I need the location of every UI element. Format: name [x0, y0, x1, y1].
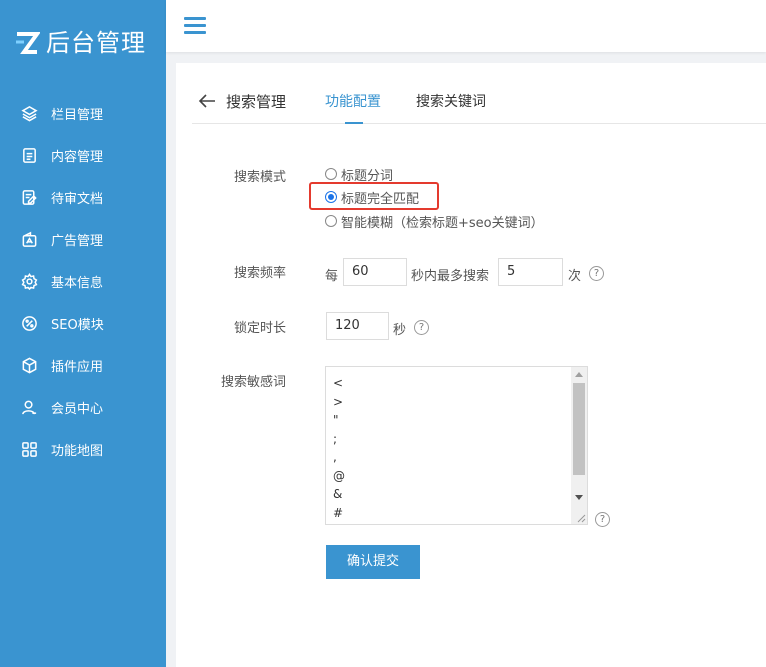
- frequency-middle-text: 秒内最多搜索: [411, 269, 490, 284]
- main-panel: 搜索管理 功能配置 搜索关键词 搜索模式 标题分词 标题完全匹配 智能模糊（检索…: [176, 63, 766, 667]
- sidebar-item-seo[interactable]: SEO模块: [0, 302, 166, 344]
- sidebar-item-label: SEO模块: [51, 317, 104, 333]
- logo-z-icon: [14, 30, 41, 56]
- sensitive-word-line: <: [333, 376, 344, 390]
- radio-label: 标题分词: [341, 168, 394, 184]
- help-icon[interactable]: ?: [414, 320, 429, 335]
- brand-title: 后台管理: [46, 29, 146, 57]
- sidebar-item-label: 栏目管理: [51, 107, 104, 123]
- scroll-up-arrow-icon[interactable]: [575, 372, 583, 377]
- resize-handle-icon[interactable]: [574, 511, 586, 523]
- edit-document-icon: [20, 188, 38, 206]
- sensitive-words-label: 搜索敏感词: [221, 375, 287, 390]
- radio-circle: [325, 168, 337, 180]
- textarea-scrollbar[interactable]: [571, 367, 587, 524]
- radio-title-segment[interactable]: 标题分词: [325, 164, 393, 184]
- sensitive-word-line: ": [333, 413, 339, 427]
- sensitive-word-line: \: [333, 522, 345, 524]
- frequency-suffix: 次: [568, 269, 582, 284]
- search-frequency-label: 搜索频率: [234, 266, 287, 281]
- sidebar-item-label: 功能地图: [51, 443, 104, 459]
- seo-icon: [20, 314, 38, 332]
- sidebar-item-basic-info[interactable]: 基本信息: [0, 260, 166, 302]
- frequency-seconds-input[interactable]: 60: [343, 258, 407, 286]
- document-icon: [20, 146, 38, 164]
- arrow-left-icon: [198, 94, 215, 108]
- tab-bar: 搜索管理 功能配置 搜索关键词: [192, 63, 766, 124]
- sidebar: 后台管理 栏目管理 内容管理 待审文档 广告管理 基本信息 SEO模块 插件应用…: [0, 0, 166, 667]
- radio-circle: [325, 215, 337, 227]
- sidebar-item-label: 内容管理: [51, 149, 104, 165]
- lock-time-input[interactable]: 120: [326, 312, 389, 340]
- sensitive-word-line: #: [333, 505, 344, 520]
- radio-label: 智能模糊（检索标题+seo关键词）: [341, 215, 544, 231]
- layers-icon: [20, 104, 38, 122]
- search-mode-label: 搜索模式: [234, 170, 287, 185]
- sidebar-item-label: 基本信息: [51, 275, 104, 291]
- scroll-thumb[interactable]: [573, 383, 585, 475]
- user-icon: [20, 398, 38, 416]
- radio-circle: [325, 191, 337, 203]
- sidebar-item-members[interactable]: 会员中心: [0, 386, 166, 428]
- gear-icon: [20, 272, 38, 290]
- sensitive-word-line: &: [333, 487, 343, 501]
- sidebar-item-label: 待审文档: [51, 191, 104, 207]
- sensitive-word-line: >: [333, 394, 344, 409]
- sidebar-item-content-management[interactable]: 内容管理: [0, 134, 166, 176]
- submit-button[interactable]: 确认提交: [326, 545, 420, 579]
- sensitive-word-line: ;: [333, 431, 338, 446]
- logo: 后台管理: [14, 27, 146, 59]
- sidebar-item-ad-management[interactable]: 广告管理: [0, 218, 166, 260]
- back-button[interactable]: 搜索管理: [198, 91, 286, 111]
- help-icon[interactable]: ?: [595, 512, 610, 527]
- ad-icon: [20, 230, 38, 248]
- top-bar: [166, 0, 766, 52]
- sidebar-item-column-management[interactable]: 栏目管理: [0, 92, 166, 134]
- scroll-down-arrow-icon[interactable]: [575, 495, 583, 500]
- frequency-prefix: 每: [325, 269, 339, 284]
- cube-icon: [20, 356, 38, 374]
- sidebar-item-plugins[interactable]: 插件应用: [0, 344, 166, 386]
- tab-search-keywords[interactable]: 搜索关键词: [416, 91, 486, 124]
- radio-title-exact-match[interactable]: 标题完全匹配: [325, 187, 419, 207]
- sidebar-item-label: 会员中心: [51, 401, 104, 417]
- frequency-count-input[interactable]: 5: [498, 258, 563, 286]
- textarea-content: < > " ; , @ & # \: [333, 374, 345, 524]
- sidebar-item-function-map[interactable]: 功能地图: [0, 428, 166, 470]
- sidebar-item-label: 插件应用: [51, 359, 104, 375]
- sidebar-item-pending-docs[interactable]: 待审文档: [0, 176, 166, 218]
- lock-time-unit: 秒: [393, 323, 407, 338]
- tab-function-config[interactable]: 功能配置: [325, 91, 381, 124]
- sidebar-nav: 栏目管理 内容管理 待审文档 广告管理 基本信息 SEO模块 插件应用 会员中心…: [0, 92, 166, 470]
- lock-time-label: 锁定时长: [234, 321, 287, 336]
- radio-label: 标题完全匹配: [341, 191, 420, 207]
- grid-icon: [20, 440, 38, 458]
- sensitive-word-line: ,: [333, 450, 337, 464]
- hamburger-icon[interactable]: [184, 17, 206, 35]
- sensitive-words-textarea[interactable]: < > " ; , @ & # \: [325, 366, 588, 525]
- help-icon[interactable]: ?: [589, 266, 604, 281]
- page-title: 搜索管理: [226, 92, 287, 111]
- sidebar-item-label: 广告管理: [51, 233, 104, 249]
- sensitive-word-line: @: [333, 468, 345, 483]
- radio-smart-fuzzy[interactable]: 智能模糊（检索标题+seo关键词）: [325, 211, 544, 231]
